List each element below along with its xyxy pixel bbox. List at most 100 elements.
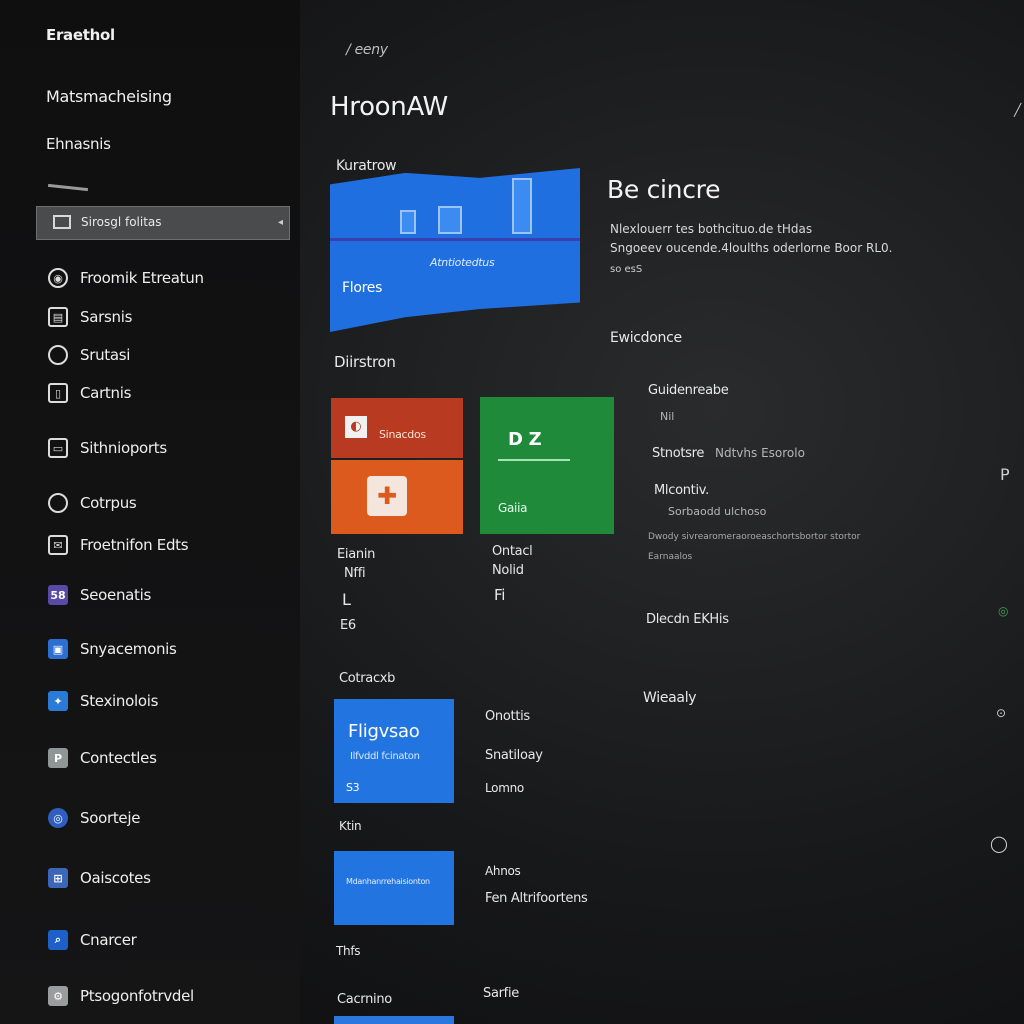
office-icon: ◐: [345, 416, 367, 438]
sidebar-item-label: Snyacemonis: [80, 640, 177, 658]
caption-line: Nolid: [492, 563, 524, 578]
document-icon: ▯: [48, 383, 68, 403]
sidebar-subtitle: Matsmacheising: [46, 87, 172, 106]
app-title: Eraethol: [46, 26, 115, 44]
app-puzzle-icon: ✦: [48, 691, 68, 711]
sidebar-item-soorteje[interactable]: ◎ Soorteje: [48, 806, 140, 830]
search-icon: [53, 215, 71, 229]
chat-icon: [48, 493, 68, 513]
page-title: HroonAW: [330, 92, 448, 122]
tile-gaiia[interactable]: D Z Gaiia: [480, 397, 614, 534]
search-box[interactable]: Sirosgl folitas ◂: [36, 206, 290, 240]
tile-foot: S3: [346, 781, 360, 794]
sidebar-item-cartnis[interactable]: ▯ Cartnis: [48, 381, 131, 405]
monitor-icon: ▭: [48, 438, 68, 458]
tile-fligvsao[interactable]: Fligvsao Ilfvddl fcinaton S3: [334, 699, 454, 803]
tile-subtitle: Ilfvddl fcinaton: [350, 751, 420, 762]
app-target-icon: ◎: [48, 808, 68, 828]
detail-fine-print: Dwody sivrearomeraoroeaschortsbortor sto…: [648, 532, 861, 542]
section-title: Sarfie: [483, 986, 519, 1001]
caption-line: L: [342, 590, 351, 609]
edge-icon[interactable]: ⊙: [996, 706, 1006, 720]
detail-subtitle: Guidenreabe: [648, 383, 729, 398]
sidebar-item-snyacemonis[interactable]: ▣ Snyacemonis: [48, 637, 177, 661]
list-item[interactable]: Onottis: [485, 709, 530, 724]
sidebar-item-label: Srutasi: [80, 346, 131, 364]
edge-icon[interactable]: ◯: [990, 834, 1008, 853]
list-item[interactable]: Lomno: [485, 781, 524, 795]
search-text: Sirosgl folitas: [81, 215, 162, 229]
list-item[interactable]: Snatiloay: [485, 748, 543, 763]
caption-line: Ktin: [339, 819, 362, 833]
detail-subtitle: Mlcontiv.: [654, 483, 709, 498]
caption-line: Eianin: [337, 547, 376, 562]
hero-section-label: Kuratrow: [336, 158, 397, 174]
sidebar-item-contectles[interactable]: P Contectles: [48, 746, 157, 770]
app-blue-icon: ▣: [48, 639, 68, 659]
sidebar-item-cotrpus[interactable]: Cotrpus: [48, 491, 137, 515]
app-grid-icon: ⊞: [48, 868, 68, 888]
tile-label: Gaiia: [498, 501, 528, 515]
detail-section-title: Ewicdonce: [610, 330, 682, 346]
sidebar-item-label: Contectles: [80, 749, 157, 767]
tile-blue-small[interactable]: Mdanhanrrehaisionton: [334, 851, 454, 925]
sidebar-item-label: Cnarcer: [80, 931, 137, 949]
detail-desc: Sngoeev oucende.4loulths oderlorne Boor …: [610, 241, 893, 255]
breadcrumb[interactable]: / eeny: [346, 42, 388, 58]
sidebar-item-srutasi[interactable]: Srutasi: [48, 343, 130, 367]
tile-orange[interactable]: ✚: [331, 460, 463, 534]
tile-partial[interactable]: [334, 1016, 454, 1024]
sidebar-item-sarsnis[interactable]: ▤ Sarsnis: [48, 305, 132, 329]
sidebar-section-label: Ehnasnis: [46, 135, 111, 153]
detail-desc: Nlexlouerr tes bothcituo.de tHdas: [610, 222, 813, 236]
detail-section-title: Dlecdn EKHis: [646, 612, 729, 627]
sidebar-item-label: Soorteje: [80, 809, 141, 827]
divider: [498, 459, 570, 461]
app-gear-icon: ⚙: [48, 986, 68, 1006]
document-icon: ✚: [367, 476, 407, 516]
chevron-down-icon: ◂: [277, 217, 283, 228]
scroll-indicator-icon[interactable]: ╱: [1014, 103, 1021, 117]
sidebar-item-froomik[interactable]: ◉ Froomik Etreatun: [48, 266, 204, 290]
sidebar-item-ptsogonfotrvdel[interactable]: ⚙ Ptsogonfotrvdel: [48, 984, 194, 1008]
sidebar-item-label: Cotrpus: [80, 494, 137, 512]
app-purple-icon: 58: [48, 585, 68, 605]
hero-tile[interactable]: Atntiotedtus Flores: [330, 168, 580, 332]
edge-icon[interactable]: P: [1000, 465, 1010, 484]
section-title: Cacrnino: [337, 992, 392, 1007]
sidebar-item-label: Sarsnis: [80, 308, 133, 326]
sidebar-item-label: Froomik Etreatun: [80, 269, 204, 287]
sidebar-item-label: Froetnifon Edts: [80, 536, 189, 554]
sidebar-item-label: Cartnis: [80, 384, 132, 402]
tile-title: Fligvsao: [348, 721, 420, 742]
sidebar-item-froetnifon[interactable]: ✉ Froetnifon Edts: [48, 533, 189, 557]
detail-fine-print: Earnaalos: [648, 552, 693, 562]
detail-small: Nil: [660, 410, 675, 423]
mail-icon: ✉: [48, 535, 68, 555]
sidebar-item-stexinolois[interactable]: ✦ Stexinolois: [48, 689, 158, 713]
caption-line: Fi: [494, 586, 506, 604]
detail-desc: so esS: [610, 264, 643, 275]
hero-mark-icon: [438, 206, 462, 234]
tile-label: Sinacdos: [379, 428, 426, 441]
excel-icon: D Z: [508, 429, 542, 450]
list-item[interactable]: Fen Altrifoortens: [485, 891, 588, 906]
sidebar-item-sithnioports[interactable]: ▭ Sithnioports: [48, 436, 167, 460]
sidebar-item-cnarcer[interactable]: ⌕ Cnarcer: [48, 928, 137, 952]
list-item[interactable]: Ahnos: [485, 864, 521, 878]
sidebar-item-label: Ptsogonfotrvdel: [80, 987, 194, 1005]
folder-icon: ▤: [48, 307, 68, 327]
section-title: Cotracxb: [339, 671, 396, 686]
hero-mark-icon: [400, 210, 416, 234]
section-title: Diirstron: [334, 353, 396, 371]
settings-icon: ◉: [48, 268, 68, 288]
hero-band: [330, 238, 580, 241]
sidebar-item-oaiscotes[interactable]: ⊞ Oaiscotes: [48, 866, 151, 890]
divider: [47, 183, 89, 192]
sidebar-item-label: Stexinolois: [80, 692, 159, 710]
status-dot-icon: ◎: [998, 604, 1009, 618]
tile-sinacdos[interactable]: ◐ Sinacdos: [331, 398, 463, 458]
app-search-icon: ⌕: [48, 930, 68, 950]
sidebar-item-seoenatis[interactable]: 58 Seoenatis: [48, 583, 151, 607]
caption-line: Ontacl: [492, 544, 533, 559]
